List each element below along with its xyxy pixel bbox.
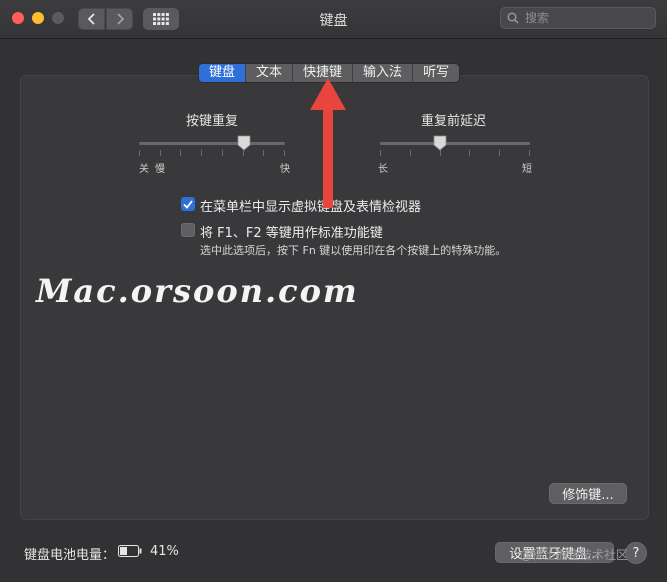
battery-icon <box>118 545 142 557</box>
key-repeat-title: 按键重复 <box>186 114 239 129</box>
repeat-delay-thumb[interactable] <box>433 135 447 151</box>
credit-text: @稀土掘金技术社区 <box>520 548 629 562</box>
repeat-delay-track[interactable] <box>380 142 530 145</box>
tab-text[interactable]: 文本 <box>246 64 294 82</box>
key-repeat-slow-label: 慢 <box>155 164 165 175</box>
search-input[interactable] <box>523 10 647 26</box>
preferences-window: 键盘 键盘 文本 快捷键 输入法 听写 按键重复 关 慢 快 重复前延迟 长 短… <box>0 0 667 582</box>
tab-keyboard[interactable]: 键盘 <box>199 64 247 82</box>
key-repeat-off-label: 关 <box>139 164 149 175</box>
repeat-delay-short-label: 短 <box>522 164 532 175</box>
toolbar: 键盘 <box>0 0 667 39</box>
key-repeat-ticks <box>139 150 285 156</box>
fn-keys-description: 选中此选项后，按下 Fn 键以使用印在各个按键上的特殊功能。 <box>200 244 507 257</box>
help-button[interactable]: ? <box>625 542 647 564</box>
show-viewer-checkbox[interactable] <box>181 197 195 211</box>
search-icon <box>507 12 519 24</box>
repeat-delay-ticks <box>380 150 530 156</box>
battery-level-label: 键盘电池电量： <box>24 548 116 563</box>
fn-keys-checkbox[interactable] <box>181 223 195 237</box>
battery-percent: 41% <box>150 544 179 559</box>
modifier-keys-button[interactable]: 修饰键... <box>549 483 627 504</box>
key-repeat-thumb[interactable] <box>237 135 251 151</box>
key-repeat-track[interactable] <box>139 142 285 145</box>
tab-dictation[interactable]: 听写 <box>413 64 459 82</box>
annotation-arrow-icon <box>310 78 346 208</box>
watermark-text: Mac.orsoon.com <box>36 272 359 310</box>
search-field[interactable] <box>500 7 656 29</box>
repeat-delay-title: 重复前延迟 <box>421 114 487 129</box>
key-repeat-fast-label: 快 <box>280 164 290 175</box>
fn-keys-label: 将 F1、F2 等键用作标准功能键 <box>200 226 383 241</box>
repeat-delay-long-label: 长 <box>378 164 388 175</box>
checkmark-icon <box>183 199 193 209</box>
tab-input-sources[interactable]: 输入法 <box>353 64 414 82</box>
